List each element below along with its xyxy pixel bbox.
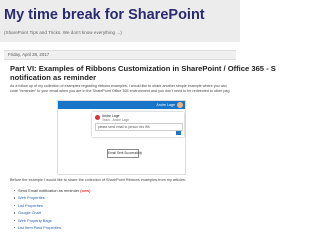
ribbon-examples-list: Send Email notification as reminder (new… — [14, 187, 90, 231]
user-avatar — [177, 102, 183, 108]
card-message-input: please send email to person mrs Wit — [95, 123, 183, 131]
post-intro: As a follow up of my collection of examp… — [10, 84, 238, 93]
post-title[interactable]: Part VI: Examples of Ribbons Customizati… — [10, 64, 276, 82]
collection-intro: Before the example I would like to share… — [10, 178, 187, 182]
card-subtitle: Team - Andre Lage — [102, 118, 129, 122]
post-title-line-2[interactable]: notification as reminder — [10, 73, 240, 82]
list-item[interactable]: Web Property Bags — [14, 217, 90, 224]
post-title-line-1[interactable]: Part VI: Examples of Ribbons Customizati… — [10, 64, 276, 73]
link-list-properties[interactable]: List Properties — [18, 203, 43, 208]
post-date: Friday, April 28, 2017 — [8, 52, 50, 57]
date-header: Friday, April 28, 2017 — [4, 50, 236, 60]
card-avatar — [95, 115, 100, 120]
suite-bar: Andre Lage — [58, 101, 185, 109]
intro-line-2: code "reminder" to your email when you a… — [10, 88, 230, 93]
link-web-properties[interactable]: Web Properties — [18, 195, 45, 200]
blog-header: My time break for SharePoint (SharePoint… — [0, 0, 240, 42]
user-name: Andre Lage — [156, 103, 175, 107]
new-badge: (new) — [80, 188, 91, 193]
link-web-property-bags[interactable]: Web Property Bags — [18, 218, 52, 223]
list-item[interactable]: List Properties — [14, 202, 90, 209]
email-card: Andre Lage Team - Andre Lage please send… — [92, 112, 184, 137]
example-screenshot: Andre Lage Andre Lage Team - Andre Lage … — [57, 100, 186, 175]
link-google-chart[interactable]: Google Chart — [18, 210, 41, 215]
send-icon — [176, 131, 181, 135]
blog-title[interactable]: My time break for SharePoint — [4, 7, 205, 23]
list-item[interactable]: Google Chart — [14, 209, 90, 216]
list-item[interactable]: Send Email notification as reminder (new… — [14, 187, 90, 194]
link-send-email[interactable]: Send Email notification as reminder — [18, 188, 79, 193]
email-sent-message: Email Sent Successfully — [107, 149, 142, 158]
intro-line-1: As a follow up of my collection of examp… — [10, 84, 227, 88]
link-list-item-field-properties[interactable]: List Item Field Properties — [18, 225, 61, 230]
blog-description: (SharePoint Tips and Tricks. We don't kn… — [4, 30, 122, 35]
list-item[interactable]: Web Properties — [14, 194, 90, 201]
list-item[interactable]: List Item Field Properties — [14, 224, 90, 231]
